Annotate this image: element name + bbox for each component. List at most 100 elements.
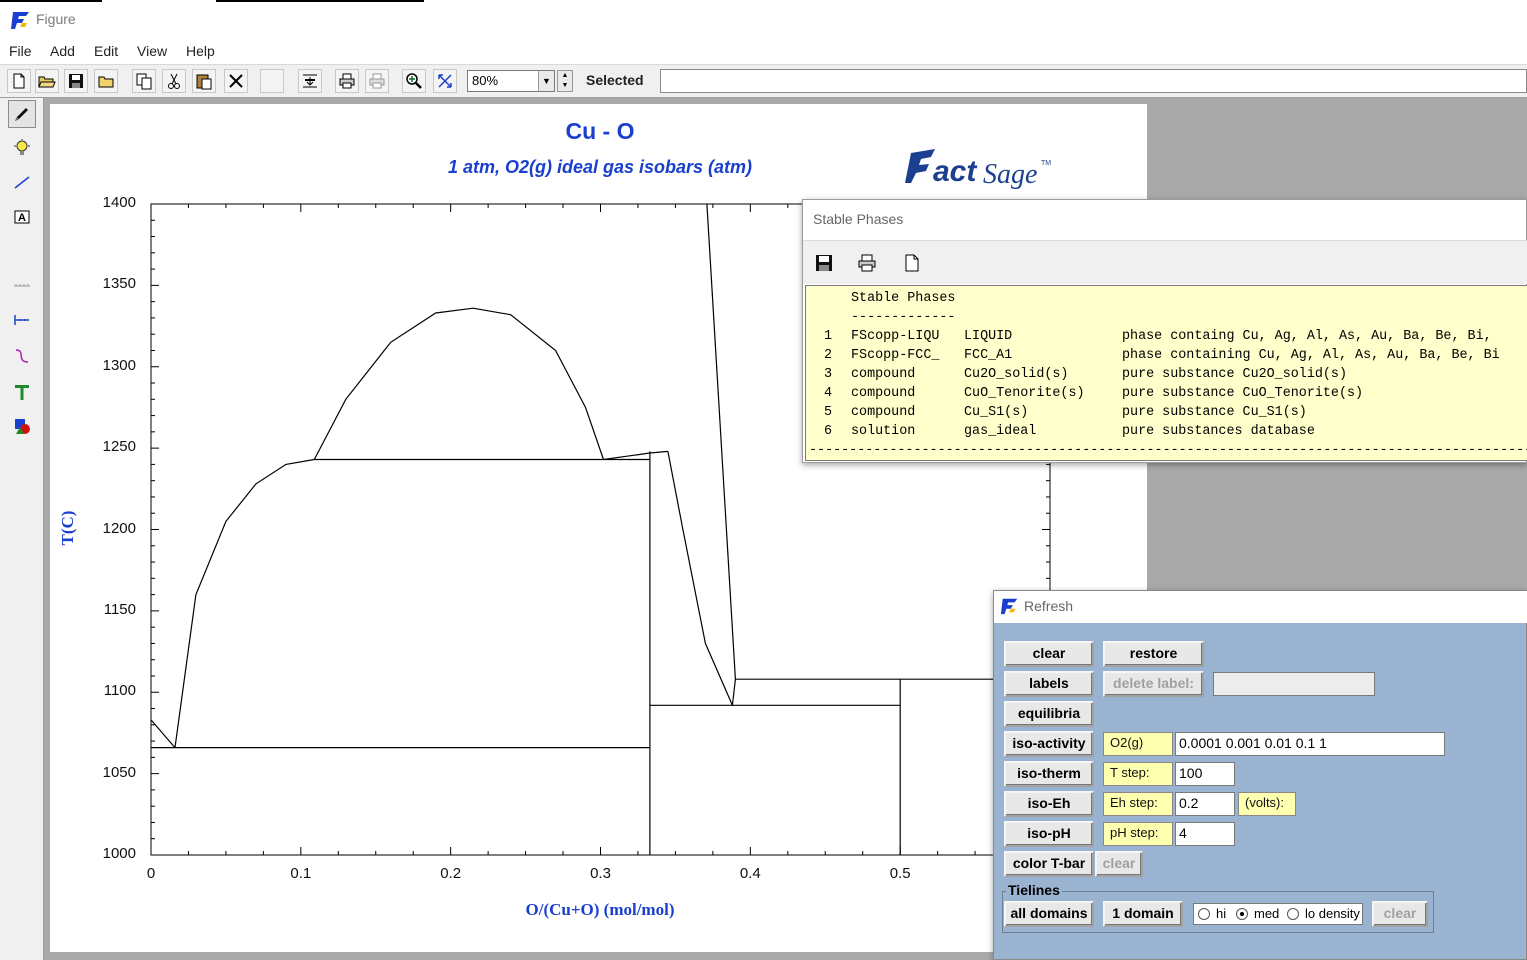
- iso-eh-button[interactable]: iso-Eh: [1004, 791, 1094, 817]
- svg-text:A: A: [18, 212, 26, 224]
- chevron-down-icon[interactable]: ▼: [538, 71, 554, 91]
- stable-phases-header: Stable Phases: [851, 291, 956, 306]
- x-tick-label: 0.3: [590, 865, 611, 882]
- t-step-field[interactable]: 100: [1175, 762, 1235, 786]
- delete-label-field[interactable]: [1213, 672, 1375, 696]
- stable-phase-phase: LIQUID: [964, 329, 1013, 344]
- stable-phases-underline: -------------: [851, 310, 956, 325]
- delete-label-button[interactable]: delete label:: [1103, 671, 1204, 697]
- iso-activity-button[interactable]: iso-activity: [1004, 731, 1094, 757]
- print-icon[interactable]: [335, 69, 359, 93]
- zoom-select[interactable]: 80% ▼: [467, 70, 555, 92]
- eh-units-label: (volts):: [1238, 792, 1296, 816]
- stable-phase-desc: pure substance Cu2O_solid(s): [1122, 367, 1347, 382]
- title-bar: Figure: [0, 0, 1527, 38]
- tick-mark-icon[interactable]: [8, 306, 36, 334]
- print-icon[interactable]: [855, 251, 879, 275]
- new-document-icon[interactable]: [7, 69, 31, 93]
- curve-icon[interactable]: [8, 342, 36, 370]
- menu-file[interactable]: File: [9, 43, 32, 59]
- stable-phase-source: compound: [851, 386, 916, 401]
- lightbulb-icon[interactable]: [8, 134, 36, 162]
- line-icon[interactable]: [8, 168, 36, 196]
- restore-button[interactable]: restore: [1103, 641, 1204, 667]
- print-preview-icon[interactable]: [365, 69, 389, 93]
- blank-icon[interactable]: [260, 69, 284, 93]
- y-tick-label: 1150: [103, 600, 136, 618]
- shapes-icon[interactable]: [8, 412, 36, 440]
- one-domain-button[interactable]: 1 domain: [1103, 901, 1183, 927]
- density-med-label: med: [1254, 906, 1280, 921]
- paste-icon[interactable]: [192, 69, 216, 93]
- zoom-in-icon[interactable]: [402, 69, 426, 93]
- svg-text:act: act: [933, 155, 978, 188]
- density-hi-radio[interactable]: [1198, 908, 1210, 920]
- labels-button[interactable]: labels: [1004, 671, 1094, 697]
- stable-phase-desc: phase containg Cu, Ag, Al, As, Au, Ba, B…: [1122, 329, 1492, 344]
- iso-therm-button[interactable]: iso-therm: [1004, 761, 1094, 787]
- save-icon[interactable]: [64, 69, 88, 93]
- y-tick-label: 1050: [102, 763, 136, 781]
- stable-phase-source: FScopp-LIQU: [851, 329, 940, 344]
- iso-activity-values-field[interactable]: 0.0001 0.001 0.01 0.1 1: [1175, 732, 1445, 756]
- stable-phase-phase: FCC_A1: [964, 348, 1013, 363]
- stable-phase-phase: CuO_Tenorite(s): [964, 386, 1085, 401]
- zoom-value: 80%: [472, 73, 499, 88]
- clear-button[interactable]: clear: [1004, 641, 1094, 667]
- stable-phases-footer: ----------------------------------------…: [809, 443, 1527, 458]
- ruler-icon[interactable]: [8, 272, 36, 300]
- stable-phase-num: 3: [824, 367, 833, 382]
- selected-label: Selected: [586, 72, 644, 88]
- stable-phase-source: FScopp-FCC_: [851, 348, 940, 363]
- fit-page-icon[interactable]: [298, 69, 322, 93]
- eh-step-field[interactable]: 0.2: [1175, 792, 1235, 816]
- stable-phase-source: compound: [851, 405, 916, 420]
- stable-phases-rows: 1 FScopp-LIQU LIQUID phase containg Cu, Ag,…: [806, 327, 1527, 441]
- refresh-title-bar: Refresh: [994, 591, 1527, 623]
- color-tbar-button[interactable]: color T-bar: [1004, 851, 1094, 877]
- stable-phase-row: 3 compound Cu2O_solid(s) pure substance Cu2…: [806, 365, 1527, 384]
- x-axis-label: O/(Cu+O) (mol/mol): [525, 900, 675, 919]
- menu-edit[interactable]: Edit: [94, 43, 118, 59]
- window-title: Figure: [36, 11, 76, 27]
- folder-icon[interactable]: [94, 69, 118, 93]
- zoom-fit-icon[interactable]: [433, 69, 457, 93]
- refresh-window[interactable]: Refresh clear restore labels delete labe…: [993, 590, 1527, 960]
- menu-view[interactable]: View: [137, 43, 167, 59]
- zoom-spinner[interactable]: ▲ ▼: [557, 70, 573, 92]
- density-lo-radio[interactable]: [1287, 908, 1299, 920]
- delete-icon[interactable]: [224, 69, 248, 93]
- save-icon[interactable]: [812, 251, 836, 275]
- stable-phase-num: 4: [824, 386, 833, 401]
- stable-phases-window[interactable]: Stable Phases Stable Phases ------------…: [802, 199, 1527, 463]
- all-domains-button[interactable]: all domains: [1004, 901, 1094, 927]
- stable-phase-row: 4 compound CuO_Tenorite(s) pure substance C…: [806, 384, 1527, 403]
- copy-icon[interactable]: [132, 69, 156, 93]
- color-tbar-clear-button[interactable]: clear: [1095, 851, 1143, 877]
- text-box-icon[interactable]: A: [8, 202, 36, 230]
- stable-phase-desc: phase containing Cu, Ag, Al, As, Au, Ba,…: [1122, 348, 1500, 363]
- t-step-label: T step:: [1103, 762, 1173, 786]
- selected-field[interactable]: [660, 69, 1527, 93]
- iso-activity-species[interactable]: O2(g): [1103, 732, 1173, 756]
- ph-step-field[interactable]: 4: [1175, 822, 1235, 846]
- iso-ph-button[interactable]: iso-pH: [1004, 821, 1094, 847]
- new-document-icon[interactable]: [900, 251, 924, 275]
- stable-phase-source: compound: [851, 367, 916, 382]
- open-folder-icon[interactable]: [35, 69, 59, 93]
- equilibria-button[interactable]: equilibria: [1004, 701, 1094, 727]
- factsage-app-icon: [11, 12, 29, 29]
- text-t-icon[interactable]: [8, 378, 36, 406]
- menu-add[interactable]: Add: [50, 43, 75, 59]
- x-tick-label: 0.1: [290, 865, 312, 882]
- cut-icon[interactable]: [162, 69, 186, 93]
- density-hi-label: hi: [1216, 906, 1227, 921]
- y-tick-label: 1350: [102, 275, 136, 293]
- stable-phase-row: 1 FScopp-LIQU LIQUID phase containg Cu, Ag,…: [806, 327, 1527, 346]
- tieline-density-options: hi med lo density: [1193, 903, 1363, 925]
- density-med-radio[interactable]: [1236, 908, 1248, 920]
- tielines-clear-button[interactable]: clear: [1372, 901, 1428, 927]
- stable-phase-num: 1: [824, 329, 833, 344]
- pencil-icon[interactable]: [8, 100, 36, 128]
- menu-help[interactable]: Help: [186, 43, 215, 59]
